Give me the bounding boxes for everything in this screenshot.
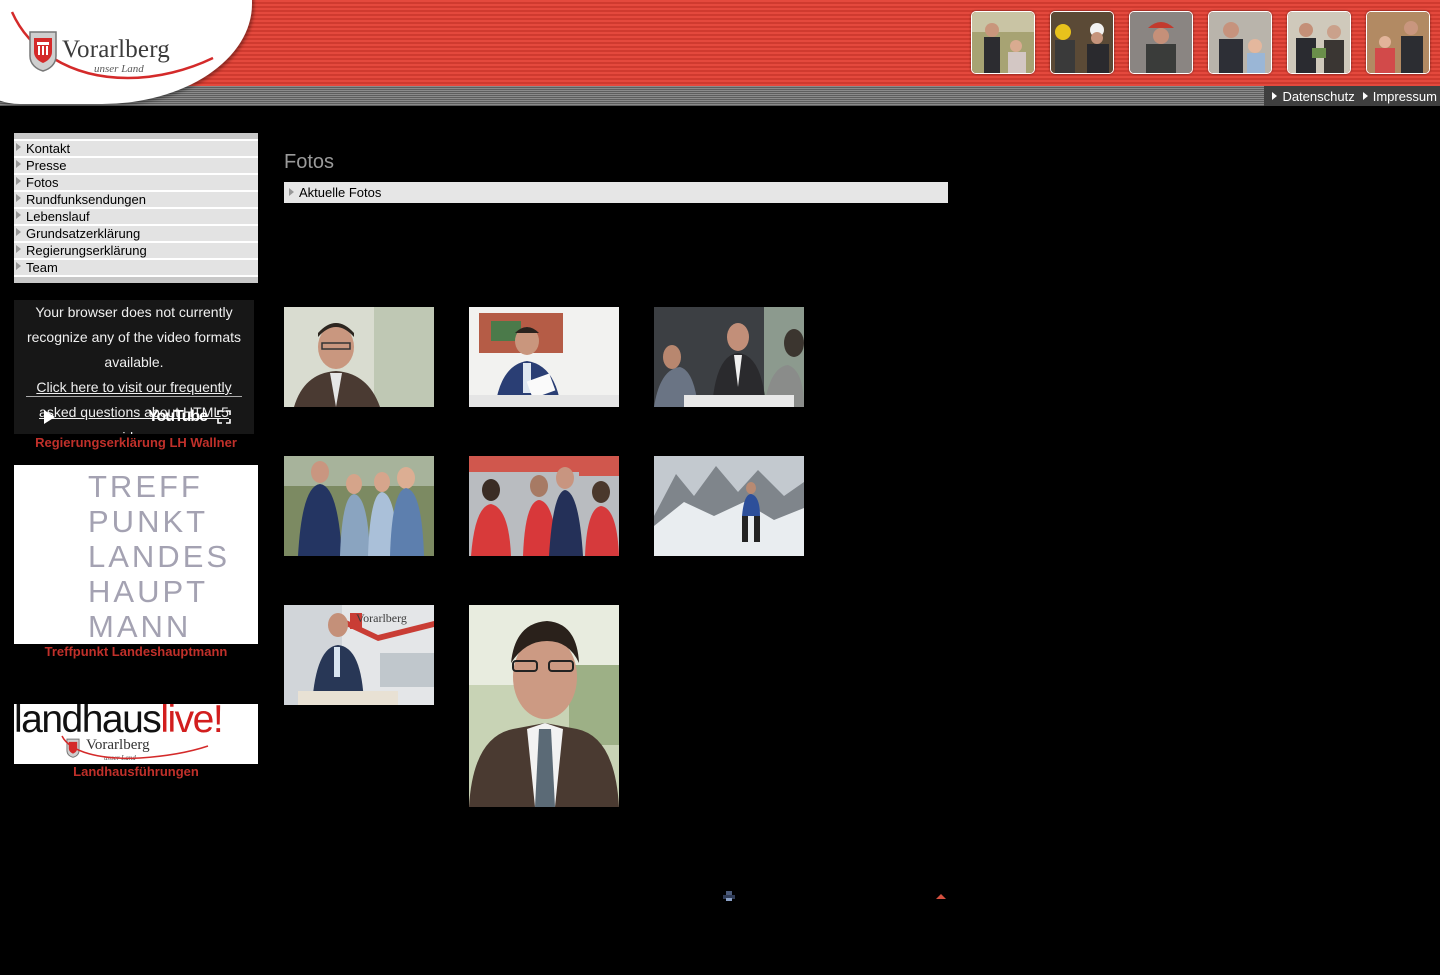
photo-thumbnail-workshop[interactable] (284, 456, 434, 556)
photo-thumbnail-volunteers[interactable] (469, 456, 619, 556)
sidebar-item-label: Regierungserklärung (26, 243, 147, 258)
sidebar-nav: Kontakt Presse Fotos Rundfunksendungen L… (14, 133, 258, 283)
arrow-right-icon (16, 228, 21, 236)
nav-bottom-divider (14, 277, 258, 283)
sidebar-item-label: Grundsatzerklärung (26, 226, 141, 241)
treffpunkt-line: TREFF (88, 469, 203, 504)
nav-top-divider (14, 133, 258, 139)
treffpunkt-line: HAUPT (88, 574, 209, 609)
sidebar-item-rundfunksendungen[interactable]: Rundfunksendungen (14, 192, 258, 207)
impressum-label: Impressum (1372, 88, 1437, 104)
header-thumbnail-meeting[interactable] (1287, 11, 1351, 74)
video-player[interactable]: Your browser does not currently recogniz… (14, 300, 254, 434)
header-thumbnail-helmet[interactable] (1050, 11, 1114, 74)
photo-thumbnail-speech[interactable]: Vorarlberg (284, 605, 434, 705)
treffpunkt-caption-link[interactable]: Treffpunkt Landeshauptmann (14, 644, 258, 659)
sidebar-item-presse[interactable]: Presse (14, 158, 258, 173)
video-progress-bar[interactable] (26, 396, 242, 397)
fullscreen-icon[interactable] (217, 410, 231, 424)
header-link-bar: Datenschutz Impressum (1264, 86, 1440, 106)
logo-subtitle: unser Land (94, 63, 144, 75)
photo-thumbnail-portrait-1[interactable] (284, 307, 434, 407)
section-label: Aktuelle Fotos (299, 185, 382, 200)
header-thumbnail-firefighter[interactable] (1129, 11, 1193, 74)
logo-swoosh-icon (61, 735, 209, 760)
treffpunkt-line: LANDES (88, 539, 231, 574)
page-title: Fotos (284, 151, 335, 173)
video-unsupported-text: Your browser does not currently recogniz… (26, 304, 241, 370)
photo-thumbnail-portrait-2[interactable] (469, 605, 619, 807)
arrow-right-icon (16, 160, 21, 168)
landhaus-live-banner[interactable]: landhauslive! Vorarlberg unser Land (14, 704, 258, 764)
photo-logo-text: Vorarlberg (356, 611, 407, 625)
sidebar-item-fotos[interactable]: Fotos (14, 175, 258, 190)
play-icon[interactable] (44, 410, 55, 424)
photo-thumbnail-mountain[interactable] (654, 456, 804, 556)
print-icon[interactable] (723, 891, 735, 901)
back-to-top-icon[interactable] (936, 894, 946, 899)
arrow-right-icon (16, 245, 21, 253)
header-stripe (0, 86, 1440, 106)
sidebar-item-team[interactable]: Team (14, 260, 258, 275)
logo-title: Vorarlberg (62, 36, 170, 63)
photo-thumbnail-desk[interactable] (469, 307, 619, 407)
treffpunkt-banner[interactable]: TREFF PUNKT LANDES HAUPT MANN (14, 465, 258, 644)
treffpunkt-line: MANN (88, 609, 192, 644)
sidebar-item-label: Team (26, 260, 58, 275)
arrow-right-icon (16, 143, 21, 151)
arrow-right-icon (16, 177, 21, 185)
arrow-right-icon (1362, 92, 1368, 100)
sidebar-item-label: Lebenslauf (26, 209, 90, 224)
sidebar-item-label: Presse (26, 158, 67, 173)
sidebar-item-label: Kontakt (26, 141, 71, 156)
arrow-right-icon (16, 262, 21, 270)
header-thumbnail-garden[interactable] (971, 11, 1035, 74)
arrow-right-icon (16, 211, 21, 219)
treffpunkt-banner-text: TREFF PUNKT LANDES HAUPT MANN (88, 469, 230, 644)
treffpunkt-line: PUNKT (88, 504, 209, 539)
video-caption-link[interactable]: Regierungserklärung LH Wallner (14, 435, 258, 450)
datenschutz-link[interactable]: Datenschutz (1272, 88, 1355, 104)
arrow-right-icon (289, 188, 294, 196)
sidebar-item-regierungserklaerung[interactable]: Regierungserklärung (14, 243, 258, 258)
sidebar-item-kontakt[interactable]: Kontakt (14, 141, 258, 156)
photo-thumbnail-discussion[interactable] (654, 307, 804, 407)
header-thumbnail-strip (971, 11, 1430, 74)
landhaus-caption-link[interactable]: Landhausführungen (14, 764, 258, 779)
section-header[interactable]: Aktuelle Fotos (284, 182, 948, 203)
header-thumbnail-school[interactable] (1366, 11, 1430, 74)
sidebar-item-label: Fotos (26, 175, 59, 190)
header-thumbnail-children[interactable] (1208, 11, 1272, 74)
sidebar-item-lebenslauf[interactable]: Lebenslauf (14, 209, 258, 224)
sidebar-item-label: Rundfunksendungen (26, 192, 146, 207)
coat-of-arms-icon (29, 31, 57, 72)
arrow-right-icon (1272, 92, 1278, 100)
impressum-link[interactable]: Impressum (1362, 88, 1437, 104)
youtube-logo[interactable]: YouTube (148, 408, 208, 426)
sidebar-item-grundsatzerklaerung[interactable]: Grundsatzerklärung (14, 226, 258, 241)
datenschutz-label: Datenschutz (1282, 88, 1355, 104)
arrow-right-icon (16, 194, 21, 202)
